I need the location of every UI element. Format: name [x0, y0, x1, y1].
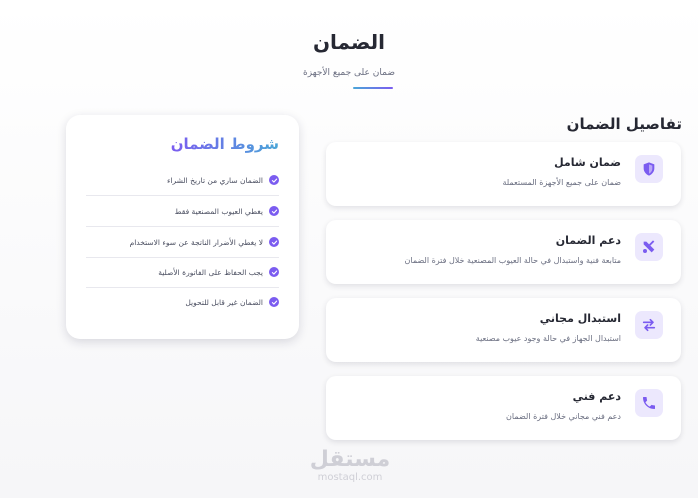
warranty-card-comprehensive[interactable]: ضمان شامل ضمان على جميع الأجهزة المستعمل…: [326, 142, 681, 206]
page-title: الضمان: [312, 30, 386, 54]
title-underline: [353, 87, 393, 89]
card-description: متابعة فنية واستبدال في حالة العيوب المص…: [404, 256, 622, 265]
page-subtitle: ضمان على جميع الأجهزة: [303, 68, 395, 78]
term-item: لا يغطي الأضرار الناتجة عن سوء الاستخدام: [86, 227, 279, 258]
page: الضمان ضمان على جميع الأجهزة تفاصيل الضم…: [0, 0, 698, 498]
watermark: مستقل mostaql.com: [300, 448, 400, 484]
phone-icon: [635, 389, 663, 417]
card-title: دعم الضمان: [555, 234, 621, 247]
card-description: ضمان على جميع الأجهزة المستعملة: [502, 178, 621, 187]
check-icon: [269, 237, 279, 247]
exchange-icon: [635, 311, 663, 339]
term-item: الضمان غير قابل للتحويل: [86, 287, 279, 317]
check-icon: [269, 175, 279, 185]
warranty-card-replacement[interactable]: استبدال مجاني استبدال الجهاز في حالة وجو…: [326, 298, 681, 362]
term-text: الضمان غير قابل للتحويل: [185, 297, 263, 307]
term-text: يجب الحفاظ على الفاتورة الأصلية: [158, 267, 263, 277]
warranty-card-tech-support[interactable]: دعم فني دعم فني مجاني خلال فترة الضمان: [326, 376, 681, 440]
warranty-terms-panel: شروط الضمان الضمان ساري من تاريخ الشراء …: [66, 115, 299, 339]
card-description: استبدال الجهاز في حالة وجود عيوب مصنعية: [475, 334, 621, 343]
term-text: الضمان ساري من تاريخ الشراء: [166, 175, 263, 185]
card-title: ضمان شامل: [554, 156, 621, 169]
details-heading: تفاصيل الضمان: [566, 115, 682, 133]
check-icon: [269, 297, 279, 307]
term-text: يغطي العيوب المصنعية فقط: [174, 206, 263, 216]
tools-icon: [635, 233, 663, 261]
check-icon: [269, 267, 279, 277]
check-icon: [269, 206, 279, 216]
watermark-latin: mostaql.com: [317, 472, 383, 483]
card-title: دعم فني: [572, 390, 621, 403]
term-item: يجب الحفاظ على الفاتورة الأصلية: [86, 257, 279, 288]
shield-icon: [635, 155, 663, 183]
card-title: استبدال مجاني: [539, 312, 621, 325]
terms-heading: شروط الضمان: [170, 135, 279, 153]
term-item: يغطي العيوب المصنعية فقط: [86, 196, 279, 227]
watermark-arabic: مستقل: [309, 447, 391, 472]
term-text: لا يغطي الأضرار الناتجة عن سوء الاستخدام: [129, 237, 263, 247]
card-description: دعم فني مجاني خلال فترة الضمان: [506, 412, 621, 421]
term-item: الضمان ساري من تاريخ الشراء: [86, 165, 279, 196]
warranty-card-support[interactable]: دعم الضمان متابعة فنية واستبدال في حالة …: [326, 220, 681, 284]
